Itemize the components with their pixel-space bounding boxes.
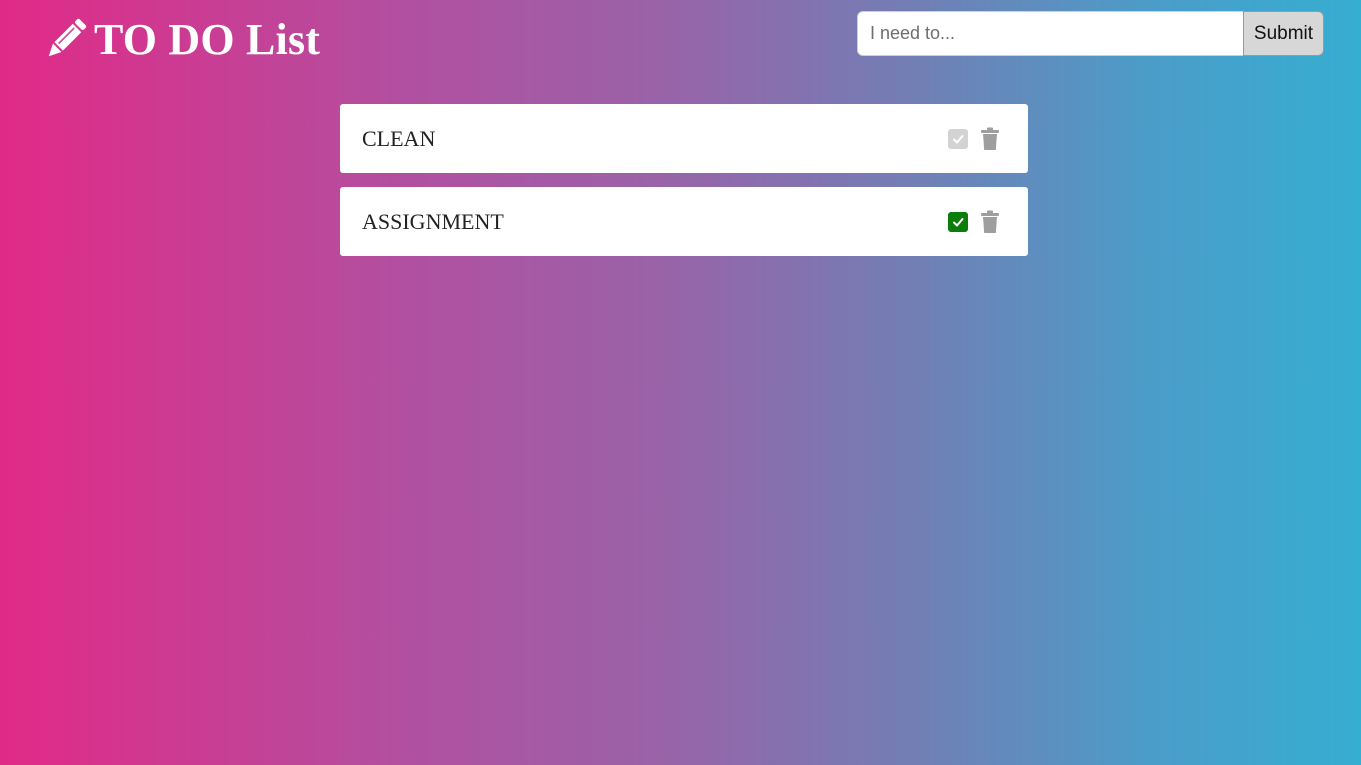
task-item: ASSIGNMENT <box>340 187 1028 256</box>
check-icon <box>953 134 964 143</box>
complete-checkbox[interactable] <box>948 128 968 149</box>
app-header: TO DO List <box>42 16 320 64</box>
task-list: CLEAN ASSIGNMENT <box>340 104 1028 270</box>
pencil-icon <box>48 18 87 57</box>
page-title: TO DO List <box>94 15 321 64</box>
task-item: CLEAN <box>340 104 1028 173</box>
task-input[interactable] <box>857 11 1243 56</box>
delete-button[interactable] <box>980 127 1000 151</box>
check-icon <box>953 217 964 226</box>
submit-button[interactable]: Submit <box>1243 11 1324 56</box>
task-text: ASSIGNMENT <box>362 208 504 234</box>
trash-icon <box>981 210 999 233</box>
task-text: CLEAN <box>362 125 436 151</box>
complete-checkbox[interactable] <box>948 211 968 232</box>
delete-button[interactable] <box>980 210 1000 234</box>
trash-icon <box>981 127 999 150</box>
add-task-form: Submit <box>857 11 1324 56</box>
